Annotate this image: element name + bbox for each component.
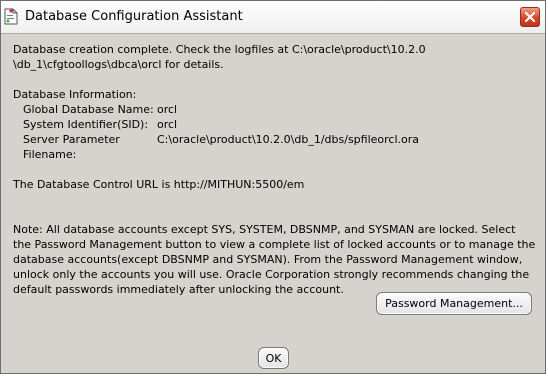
completion-line-2: \db_1\cfgtoollogs\dbca\orcl for details. bbox=[13, 58, 224, 71]
note-line: database accounts(except DBSNMP and SYSM… bbox=[13, 253, 523, 266]
completion-message: Database creation complete. Check the lo… bbox=[13, 42, 537, 72]
password-management-button[interactable]: Password Management... bbox=[376, 292, 532, 315]
info-label: Server Parameter Filename: bbox=[23, 133, 120, 161]
control-url-text: The Database Control URL is http://MITHU… bbox=[13, 178, 305, 191]
info-value: orcl bbox=[157, 103, 178, 116]
info-row-spfile: Server Parameter Filename: C:\oracle\pro… bbox=[13, 132, 537, 162]
completion-line-1: Database creation complete. Check the lo… bbox=[13, 43, 426, 56]
close-x-icon bbox=[524, 11, 536, 23]
document-icon bbox=[4, 8, 18, 25]
note-line: Note: All database accounts except SYS, … bbox=[13, 223, 516, 236]
close-button[interactable] bbox=[520, 7, 540, 27]
title-bar[interactable]: Database Configuration Assistant bbox=[1, 1, 545, 34]
info-value: orcl bbox=[157, 118, 178, 131]
info-label: System Identifier(SID): bbox=[23, 118, 149, 131]
note-line: unlock only the accounts you will use. O… bbox=[13, 268, 530, 281]
info-row-sid: System Identifier(SID): orcl bbox=[13, 117, 537, 132]
dialog-window: Database Configuration Assistant Databas… bbox=[0, 0, 546, 374]
info-value: C:\oracle\product\10.2.0\db_1/dbs/spfile… bbox=[157, 133, 420, 146]
window-title: Database Configuration Assistant bbox=[25, 9, 243, 24]
ok-button[interactable]: OK bbox=[258, 347, 289, 369]
info-label: Global Database Name: bbox=[23, 103, 154, 116]
note-line: the Password Management button to view a… bbox=[13, 238, 536, 251]
info-row-global-name: Global Database Name: orcl bbox=[13, 102, 537, 117]
info-heading: Database Information: bbox=[13, 88, 137, 101]
message-area: Database creation complete. Check the lo… bbox=[13, 42, 537, 297]
note-text: Note: All database accounts except SYS, … bbox=[13, 222, 537, 297]
